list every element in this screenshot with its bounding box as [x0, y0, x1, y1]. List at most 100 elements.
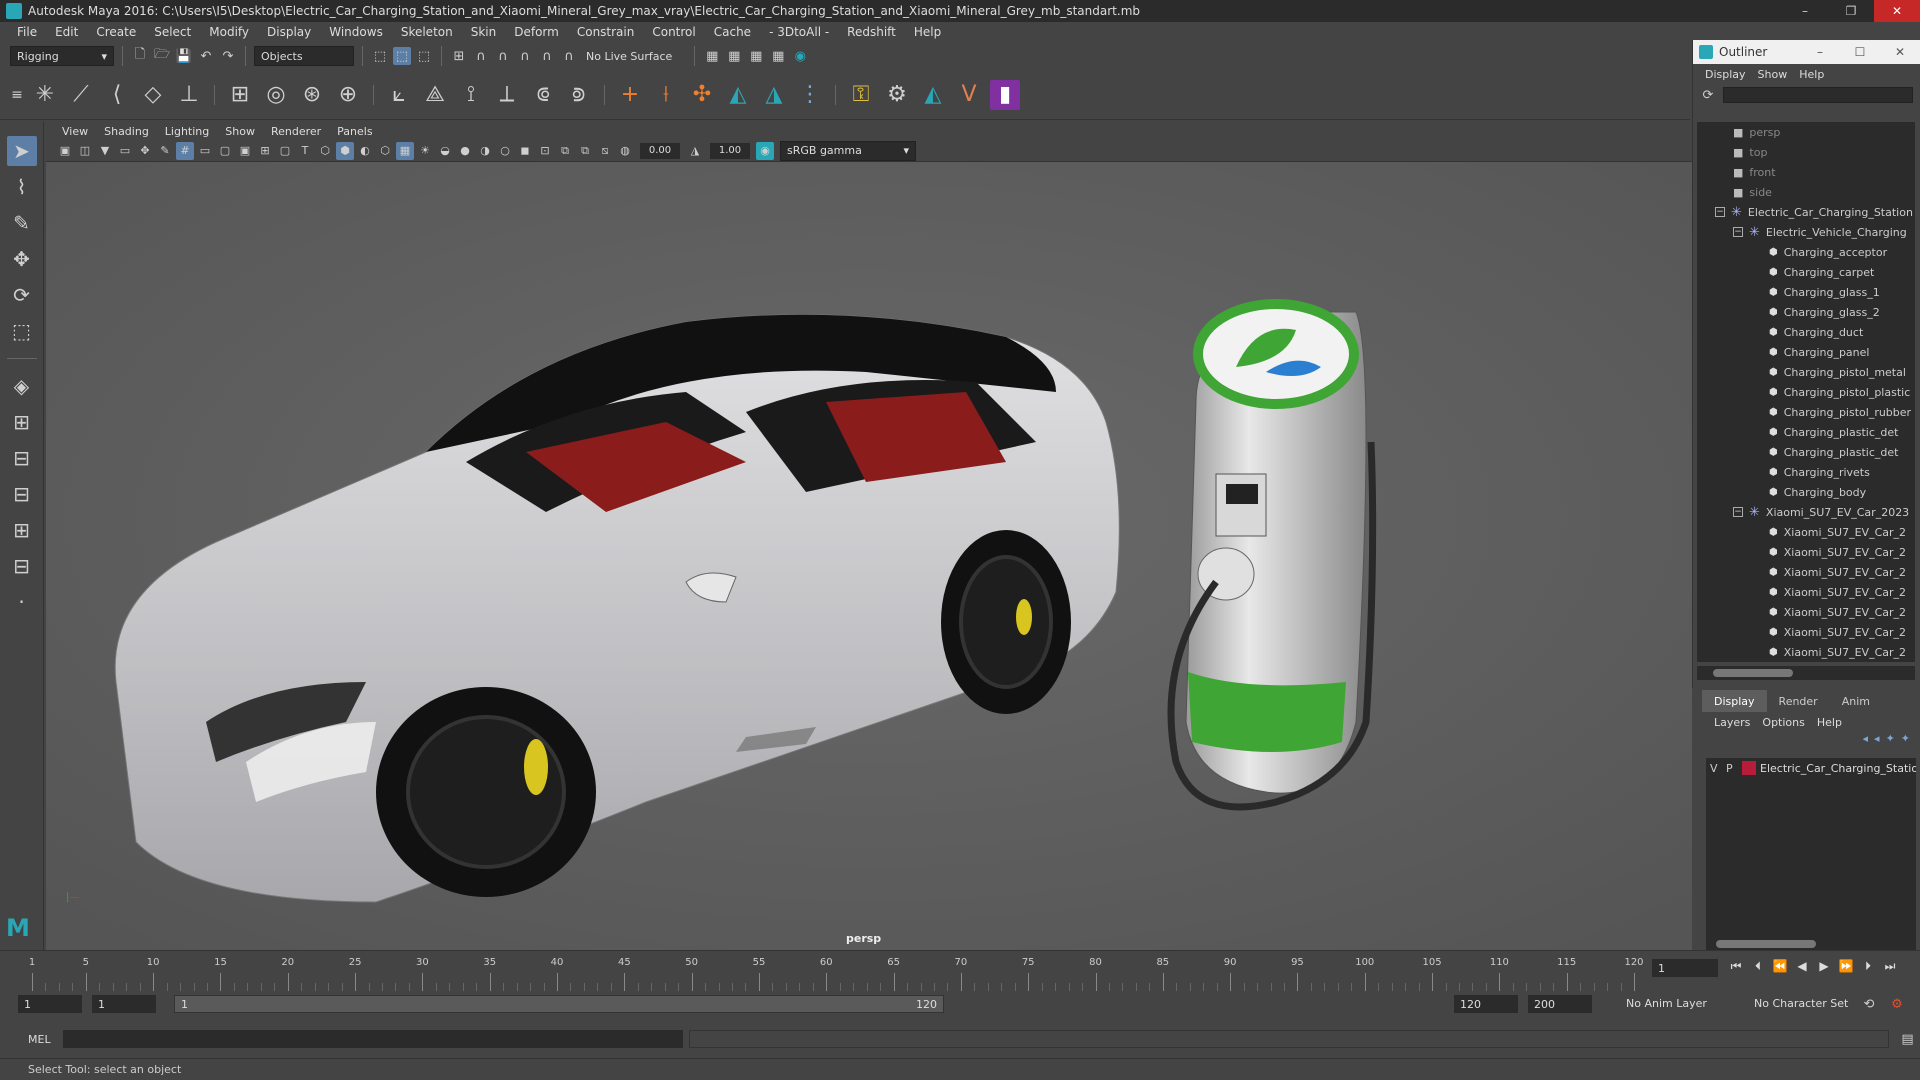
tree-item-mesh[interactable]: ⬢ Charging_panel [1697, 342, 1915, 362]
tree-item-mesh[interactable]: ⬢ Charging_carpet [1697, 262, 1915, 282]
render-view-icon[interactable]: ▦ [703, 47, 721, 65]
wireframe-icon[interactable]: ⬡ [316, 142, 334, 160]
new-layer-selected-icon[interactable]: ✦ [1886, 732, 1895, 752]
close-button[interactable]: ✕ [1874, 0, 1920, 22]
scroll-thumb[interactable] [1713, 669, 1793, 677]
detach-skin-icon[interactable]: ⟁ [420, 80, 450, 110]
anim-layer-dropdown[interactable]: No Anim Layer [1626, 997, 1707, 1010]
menu-redshift[interactable]: Redshift [838, 25, 905, 39]
play-back-icon[interactable]: ◀ [1794, 957, 1810, 975]
menu-help[interactable]: Help [905, 25, 950, 39]
use-lights-icon[interactable]: ☀ [416, 142, 434, 160]
new-scene-icon[interactable]: 🗋 [131, 47, 149, 65]
parent-constraint-icon[interactable]: ◭ [723, 80, 753, 110]
persp-outliner-icon[interactable]: ⊟ [7, 479, 37, 509]
tree-item-mesh[interactable]: ⬢ Charging_rivets [1697, 462, 1915, 482]
menu-skin[interactable]: Skin [462, 25, 506, 39]
collapse-icon[interactable]: − [1715, 207, 1725, 217]
hypershade-icon[interactable]: ◉ [791, 47, 809, 65]
mirror-joint-icon[interactable]: ◇ [138, 80, 168, 110]
open-scene-icon[interactable]: 🗁 [153, 47, 171, 65]
tree-item-group[interactable]: − ✳ Xiaomi_SU7_EV_Car_2023 [1697, 502, 1915, 522]
camera-select-icon[interactable]: ▣ [56, 142, 74, 160]
smooth-shade-icon[interactable]: ⬢ [336, 141, 354, 160]
script-language-toggle[interactable]: MEL [28, 1033, 51, 1046]
vp-menu-lighting[interactable]: Lighting [157, 125, 217, 138]
menu-skeleton[interactable]: Skeleton [392, 25, 462, 39]
save-scene-icon[interactable]: 💾 [175, 47, 193, 65]
tree-item-mesh[interactable]: ⬢ Charging_pistol_plastic [1697, 382, 1915, 402]
shadows-icon[interactable]: ◒ [436, 142, 454, 160]
go-to-end-icon[interactable]: ⏭ [1882, 957, 1898, 975]
selection-mode-dropdown[interactable]: Objects [254, 46, 354, 66]
isolate-select-icon[interactable]: ⊡ [536, 142, 554, 160]
connection-editor-icon[interactable]: ⚙ [882, 80, 912, 110]
tab-anim[interactable]: Anim [1830, 690, 1882, 712]
layer-menu-help[interactable]: Help [1811, 716, 1848, 729]
tree-item-camera[interactable]: ■ top [1697, 142, 1915, 162]
viewport-panel[interactable]: View Shading Lighting Show Renderer Pane… [46, 122, 1692, 950]
safe-action-icon[interactable]: ▢ [276, 142, 294, 160]
rotate-tool-icon[interactable]: ⟳ [7, 280, 37, 310]
copy-weights-icon[interactable]: ⟃ [528, 80, 558, 110]
tree-item-mesh[interactable]: ⬢ Charging_plastic_det [1697, 442, 1915, 462]
anim-start-field[interactable]: 1 [18, 995, 82, 1013]
tree-item-mesh[interactable]: ⬢ Xiaomi_SU7_EV_Car_2 [1697, 602, 1915, 622]
tree-item-mesh[interactable]: ⬢ Xiaomi_SU7_EV_Car_2 [1697, 542, 1915, 562]
tree-item-mesh[interactable]: ⬢ Xiaomi_SU7_EV_Car_2 [1697, 642, 1915, 662]
time-slider[interactable]: 1 5 10 15 20 25 30 35 40 45 50 55 60 65 70 75 80 85 90 95 10… [0, 950, 1920, 991]
grid-icon[interactable]: # [176, 141, 194, 160]
playback-start-field[interactable]: 1 [92, 995, 156, 1013]
snap-view-icon[interactable]: ∩ [516, 47, 534, 65]
outliner-search-input[interactable] [1723, 87, 1913, 103]
make-live-icon[interactable]: ∩ [560, 47, 578, 65]
step-back-key-icon[interactable]: ⏪ [1772, 957, 1788, 975]
exposure-icon[interactable]: ◍ [616, 142, 634, 160]
outliner-minimize-button[interactable]: – [1800, 40, 1840, 64]
tree-item-camera[interactable]: ■ side [1697, 182, 1915, 202]
charging-station-model[interactable] [1167, 299, 1377, 811]
script-editor-icon[interactable]: ▤ [1899, 1030, 1917, 1048]
field-chart-icon[interactable]: ⊞ [256, 142, 274, 160]
select-object-icon[interactable]: ⬚ [393, 47, 411, 65]
undo-icon[interactable]: ↶ [197, 47, 215, 65]
tree-item-mesh[interactable]: ⬢ Charging_acceptor [1697, 242, 1915, 262]
tree-item-mesh[interactable]: ⬢ Xiaomi_SU7_EV_Car_2 [1697, 522, 1915, 542]
textured-icon[interactable]: ▦ [396, 141, 414, 160]
gamma-icon[interactable]: ◮ [686, 142, 704, 160]
vp-menu-view[interactable]: View [54, 125, 96, 138]
playback-end-field[interactable]: 120 [1454, 995, 1518, 1013]
ipr-render-icon[interactable]: ▦ [747, 47, 765, 65]
layer-visibility-toggle[interactable]: V [1710, 762, 1722, 775]
pole-vector-icon[interactable]: ⋮ [795, 80, 825, 110]
hik-icon[interactable]: ◭ [918, 80, 948, 110]
orient-constraint-icon[interactable]: ✣ [687, 80, 717, 110]
select-component-icon[interactable]: ⬚ [415, 47, 433, 65]
character-set-dropdown[interactable]: No Character Set [1754, 997, 1848, 1010]
persp-graph-icon[interactable]: ⊞ [7, 515, 37, 545]
outliner-close-button[interactable]: ✕ [1880, 40, 1920, 64]
render-current-icon[interactable]: ▦ [725, 47, 743, 65]
menu-set-dropdown[interactable]: Rigging ▾ [10, 46, 114, 66]
shelf-tab-menu-icon[interactable]: ≡ [10, 80, 24, 110]
outliner-maximize-button[interactable]: ☐ [1840, 40, 1880, 64]
view-transform-dropdown[interactable]: sRGB gamma ▾ [780, 140, 916, 161]
minimize-button[interactable]: – [1782, 0, 1828, 22]
go-to-start-icon[interactable]: ⏮ [1728, 957, 1744, 975]
tree-item-mesh[interactable]: ⬢ Xiaomi_SU7_EV_Car_2 [1697, 622, 1915, 642]
anim-end-field[interactable]: 200 [1528, 995, 1592, 1013]
step-forward-key-icon[interactable]: ⏩ [1838, 957, 1854, 975]
layer-playback-toggle[interactable]: P [1726, 762, 1738, 775]
resolution-gate-icon[interactable]: ▢ [216, 142, 234, 160]
set-driven-key-icon[interactable]: ⚿ [846, 80, 876, 110]
outliner-persp-icon[interactable]: ⊟ [7, 551, 37, 581]
default-material-icon[interactable]: ◐ [356, 142, 374, 160]
render-settings-icon[interactable]: ▦ [769, 47, 787, 65]
step-forward-icon[interactable]: ⏵ [1860, 957, 1876, 975]
motion-blur-icon[interactable]: ◑ [476, 142, 494, 160]
tree-item-camera[interactable]: ■ front [1697, 162, 1915, 182]
layer-menu-layers[interactable]: Layers [1708, 716, 1756, 729]
graph-editor-icon[interactable]: ▮ [990, 79, 1020, 110]
tree-item-group[interactable]: − ✳ Electric_Vehicle_Charging [1697, 222, 1915, 242]
paint-select-icon[interactable]: ✎ [7, 208, 37, 238]
